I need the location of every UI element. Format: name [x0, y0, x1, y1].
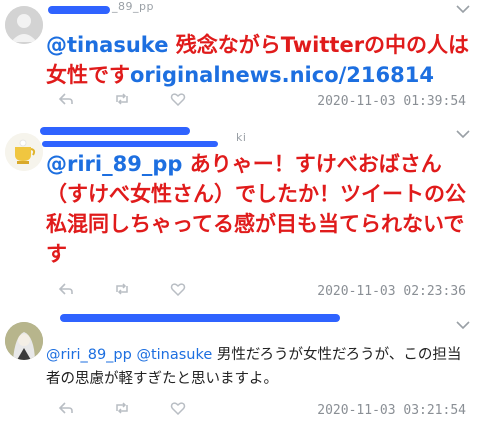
like-icon[interactable]: [170, 401, 186, 415]
avatar[interactable]: [5, 322, 43, 360]
mention[interactable]: @tinasuke: [46, 33, 168, 57]
chevron-down-icon[interactable]: [456, 320, 470, 330]
like-icon[interactable]: [170, 92, 186, 106]
avatar[interactable]: [5, 6, 43, 44]
username-fragment: ki: [236, 131, 247, 144]
redacted-handle: [42, 141, 218, 147]
tweet[interactable]: _89_pp @tinasuke 残念ながらTwitterの中の人は女性ですor…: [0, 0, 480, 119]
retweet-icon[interactable]: [114, 282, 130, 296]
timestamp: 2020-11-03 01:39:54: [317, 94, 466, 109]
retweet-icon[interactable]: [114, 92, 130, 106]
redacted-username: [48, 6, 110, 14]
tweet[interactable]: ki @riri_89_pp ありゃー！すけべおばさん（すけべ女性さん）でしたか…: [0, 119, 480, 310]
tweet-text: @riri_89_pp @tinasuke 男性だろうが女性だろうが、この担当者…: [46, 343, 470, 391]
retweet-icon[interactable]: [114, 401, 130, 415]
timestamp: 2020-11-03 02:23:36: [317, 284, 466, 299]
tweet-text: @riri_89_pp ありゃー！すけべおばさん（すけべ女性さん）でしたか！ツイ…: [46, 149, 470, 269]
chevron-down-icon[interactable]: [456, 4, 470, 14]
tweet-actions: [58, 401, 186, 415]
cup-avatar-icon: [5, 133, 43, 171]
tweet[interactable]: @riri_89_pp @tinasuke 男性だろうが女性だろうが、この担当者…: [0, 310, 480, 426]
character-avatar-icon: [5, 322, 43, 360]
reply-icon[interactable]: [58, 92, 74, 106]
reply-icon[interactable]: [58, 401, 74, 415]
tweet-actions: [58, 92, 186, 106]
tweet-link[interactable]: originalnews.nico/216814: [130, 63, 434, 87]
redacted-username: [40, 127, 190, 135]
tweet-text: @tinasuke 残念ながらTwitterの中の人は女性ですoriginaln…: [46, 30, 470, 90]
username-fragment: _89_pp: [112, 0, 154, 13]
like-icon[interactable]: [170, 282, 186, 296]
default-avatar-icon: [5, 6, 43, 44]
reply-icon[interactable]: [58, 282, 74, 296]
timestamp: 2020-11-03 03:21:54: [317, 403, 466, 418]
redacted-username: [60, 314, 340, 322]
mentions[interactable]: @riri_89_pp @tinasuke: [46, 347, 212, 363]
mention[interactable]: @riri_89_pp: [46, 152, 182, 176]
chevron-down-icon[interactable]: [456, 129, 470, 139]
avatar[interactable]: [5, 133, 43, 171]
tweet-actions: [58, 282, 186, 296]
